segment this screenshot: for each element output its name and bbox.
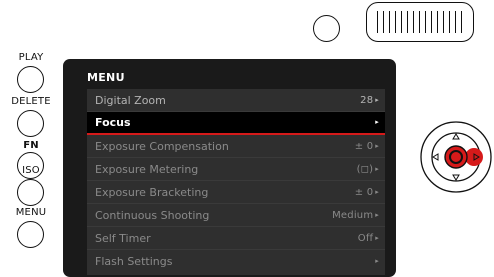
delete-button[interactable] [17,110,44,137]
menu-item-focus[interactable]: Focus ▸ [87,112,385,135]
menu-item-digital-zoom[interactable]: Digital Zoom 28 ▸ [87,89,385,112]
menu-item-value: 28 ▸ [360,94,379,106]
menu-item-value: Off ▸ [357,232,379,244]
delete-label: DELETE [11,96,51,107]
menu-item-self-timer[interactable]: Self Timer Off ▸ [87,227,385,250]
menu-item-label: Self Timer [95,231,151,245]
menu-item-value: ▸ [373,117,379,128]
menu-list: Digital Zoom 28 ▸ Focus ▸ Exposure Compen… [87,89,385,275]
menu-label: MENU [15,207,47,218]
menu-item-label: Exposure Compensation [95,139,229,153]
menu-button[interactable] [17,221,44,248]
iso-button[interactable] [17,179,44,206]
iso-label: ISO [22,165,40,176]
menu-item-exposure-metering[interactable]: Exposure Metering (◻) ▸ [87,158,385,181]
center-button-icon[interactable] [444,145,468,169]
fn-label: FN [23,140,39,151]
chevron-right-icon: ▸ [375,164,379,173]
play-button[interactable] [17,66,44,93]
chevron-right-icon: ▸ [375,210,379,219]
menu-item-label: Continuous Shooting [95,208,210,222]
menu-item-label: Exposure Bracketing [95,185,209,199]
menu-item-exposure-bracketing[interactable]: Exposure Bracketing ± 0 ▸ [87,181,385,204]
camera-back-panel: PLAY DELETE FN ISO MENU MENU Digital Zoo… [0,0,494,277]
chevron-right-icon: ▸ [375,233,379,242]
play-label: PLAY [18,52,44,63]
top-button[interactable] [313,15,340,42]
menu-item-label: Exposure Metering [95,162,199,176]
menu-item-flash-settings[interactable]: Flash Settings ▸ [87,250,385,273]
chevron-right-icon: ▸ [375,141,379,150]
menu-item-value: Medium ▸ [332,209,379,221]
menu-item-value: ± 0 ▸ [354,140,379,152]
thumbwheel-dial[interactable] [366,2,474,42]
menu-item-value: ▸ [373,256,379,267]
menu-item-value: (◻) ▸ [357,164,379,175]
menu-item-value: ± 0 ▸ [354,186,379,198]
chevron-right-icon: ▸ [375,257,379,265]
dial-ridges [377,11,463,33]
menu-item-label: Flash Settings [95,255,173,268]
menu-item-label: Digital Zoom [95,93,166,107]
menu-item-exposure-compensation[interactable]: Exposure Compensation ± 0 ▸ [87,135,385,158]
menu-item-label: Focus [95,116,131,129]
metering-icon: (◻) [356,163,374,175]
chevron-right-icon: ▸ [375,187,379,196]
chevron-right-icon: ▸ [375,118,379,126]
chevron-right-icon: ▸ [375,95,379,104]
menu-title: MENU [87,71,125,84]
menu-item-continuous-shooting[interactable]: Continuous Shooting Medium ▸ [87,204,385,227]
lcd-screen: MENU Digital Zoom 28 ▸ Focus ▸ Exposure C… [63,59,396,277]
navigation-pad[interactable] [419,120,494,194]
